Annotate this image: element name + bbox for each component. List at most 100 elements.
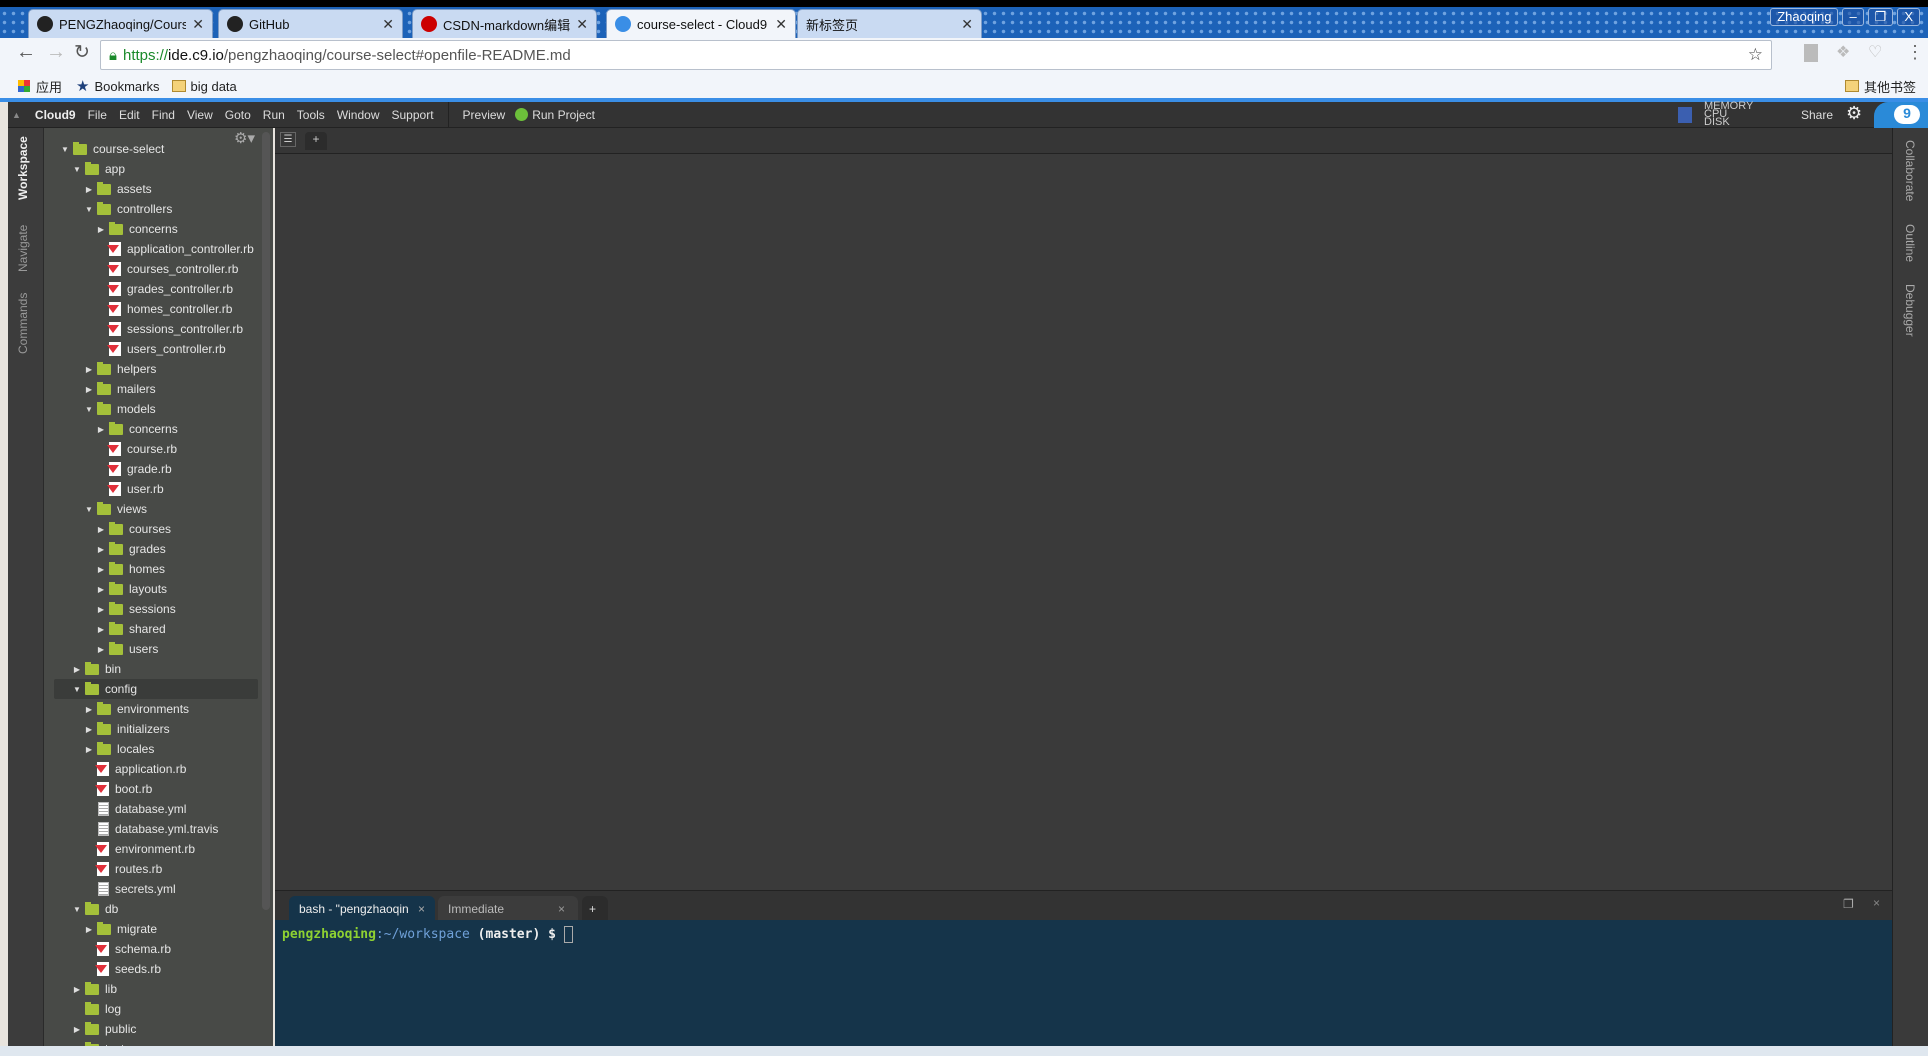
extension-icon[interactable] (1804, 44, 1818, 62)
tree-item[interactable]: ▶ public (44, 1019, 259, 1039)
tree-item[interactable]: routes.rb (44, 859, 259, 879)
tree-item[interactable]: ▶ courses (44, 519, 259, 539)
tab-workspace[interactable]: Workspace (16, 136, 30, 200)
caret-right-icon[interactable]: ▶ (96, 565, 106, 574)
tab-outline[interactable]: Outline (1903, 224, 1917, 262)
menu-window[interactable]: Window (331, 108, 386, 122)
menu-run[interactable]: Run (257, 108, 291, 122)
tree-item[interactable]: ▶ layouts (44, 579, 259, 599)
caret-right-icon[interactable]: ▶ (72, 1025, 82, 1034)
profile-button[interactable]: Zhaoqing (1770, 8, 1839, 26)
tree-item[interactable]: application.rb (44, 759, 259, 779)
collapse-icon[interactable]: ▲ (8, 110, 29, 120)
menu-edit[interactable]: Edit (113, 108, 146, 122)
back-icon[interactable]: ← (16, 41, 36, 64)
caret-right-icon[interactable]: ▶ (84, 365, 94, 374)
caret-down-icon[interactable]: ▼ (84, 505, 94, 514)
tree-item[interactable]: user.rb (44, 479, 259, 499)
reload-icon[interactable]: ↻ (74, 41, 90, 64)
tree-item[interactable]: ▼ config (54, 679, 258, 699)
tab-immediate[interactable]: Immediate × (438, 896, 578, 921)
caret-right-icon[interactable]: ▶ (96, 545, 106, 554)
browser-tab[interactable]: 新标签页 ✕ (797, 9, 982, 38)
browser-tab[interactable]: GitHub ✕ (218, 9, 403, 38)
tree-item[interactable]: ▶ initializers (44, 719, 259, 739)
bookmark-big-data[interactable]: big data (171, 79, 237, 94)
preview-button[interactable]: Preview (457, 108, 512, 122)
caret-right-icon[interactable]: ▶ (96, 525, 106, 534)
tree-item[interactable]: ▶ homes (44, 559, 259, 579)
cloud9-logo[interactable]: 9 (1874, 102, 1928, 128)
tree-item[interactable]: ▶ assets (44, 179, 259, 199)
tree-item[interactable]: ▶test (44, 1039, 259, 1046)
menu-goto[interactable]: Goto (219, 108, 257, 122)
menu-dots-icon[interactable]: ⋮ (1906, 42, 1924, 63)
caret-down-icon[interactable]: ▼ (72, 685, 82, 694)
tree-item[interactable]: grade.rb (44, 459, 259, 479)
caret-right-icon[interactable]: ▶ (84, 185, 94, 194)
close-tab-icon[interactable]: ✕ (192, 16, 204, 33)
caret-right-icon[interactable]: ▶ (96, 425, 106, 434)
caret-right-icon[interactable]: ▶ (96, 585, 106, 594)
tree-item[interactable]: ▶ helpers (44, 359, 259, 379)
tab-bash[interactable]: bash - "pengzhaoqin × (289, 896, 435, 921)
tab-collaborate[interactable]: Collaborate (1903, 140, 1917, 201)
caret-right-icon[interactable]: ▶ (84, 925, 94, 934)
close-tab-icon[interactable]: ✕ (775, 16, 787, 33)
bookmark-bookmarks[interactable]: ★ Bookmarks (76, 77, 159, 95)
maximize-icon[interactable]: ❐ (1843, 897, 1854, 911)
tree-item[interactable]: secrets.yml (44, 879, 259, 899)
tab-navigate[interactable]: Navigate (16, 225, 30, 272)
tree-item[interactable]: homes_controller.rb (44, 299, 259, 319)
terminal[interactable]: pengzhaoqing:~/workspace (master) $ (275, 920, 1892, 1046)
caret-right-icon[interactable]: ▶ (96, 625, 106, 634)
close-tab-icon[interactable]: ✕ (382, 16, 394, 33)
new-tab-button[interactable]: + (305, 132, 327, 150)
close-tab-icon[interactable]: ✕ (961, 16, 973, 33)
restore-icon[interactable]: ❐ (1867, 8, 1894, 26)
stats-meter[interactable]: MEMORY CPU DISK (1704, 101, 1753, 128)
share-button[interactable]: Share (1801, 108, 1833, 122)
browser-tab[interactable]: PENGZhaoqing/Course ✕ (28, 9, 213, 38)
tree-item[interactable]: ▶ bin (44, 659, 259, 679)
caret-down-icon[interactable]: ▼ (72, 905, 82, 914)
tree-item[interactable]: ▶ lib (44, 979, 259, 999)
tree-item[interactable]: application_controller.rb (44, 239, 259, 259)
tree-item[interactable]: database.yml (44, 799, 259, 819)
tree-item[interactable]: sessions_controller.rb (44, 319, 259, 339)
tree-item[interactable]: grades_controller.rb (44, 279, 259, 299)
close-tab-icon[interactable]: ✕ (576, 16, 588, 33)
menu-view[interactable]: View (181, 108, 219, 122)
close-panel-icon[interactable]: × (1873, 896, 1880, 910)
cloud9-menu[interactable]: Cloud9 (29, 108, 82, 122)
browser-tab[interactable]: course-select - Cloud9 ✕ (606, 9, 796, 38)
tree-item[interactable]: ▶ shared (44, 619, 259, 639)
tree-item[interactable]: ▼ views (44, 499, 259, 519)
browser-tab[interactable]: CSDN-markdown编辑器 ✕ (412, 9, 597, 38)
tree-item[interactable]: ▶ concerns (44, 219, 259, 239)
tree-item[interactable]: log (44, 999, 259, 1019)
menu-find[interactable]: Find (146, 108, 181, 122)
caret-down-icon[interactable]: ▼ (72, 165, 82, 174)
tab-list-icon[interactable]: ☰ (280, 132, 296, 147)
close-icon[interactable]: × (558, 902, 565, 916)
close-icon[interactable]: × (418, 902, 425, 916)
tree-item[interactable]: ▼ app (44, 159, 259, 179)
address-bar[interactable]: 🔒︎ https://ide.c9.io/pengzhaoqing/course… (100, 40, 1772, 70)
menu-file[interactable]: File (82, 108, 113, 122)
tab-commands[interactable]: Commands (16, 293, 30, 354)
caret-right-icon[interactable]: ▶ (72, 985, 82, 994)
bookmark-apps[interactable]: 应用 (18, 77, 62, 96)
tree-item[interactable]: ▶ environments (44, 699, 259, 719)
close-window-icon[interactable]: X (1897, 8, 1920, 26)
dropbox-icon[interactable]: ❖ (1836, 42, 1850, 62)
tree-item[interactable]: environment.rb (44, 839, 259, 859)
caret-right-icon[interactable]: ▶ (84, 705, 94, 714)
gear-icon[interactable]: ⚙ (1846, 103, 1862, 124)
caret-right-icon[interactable]: ▶ (84, 385, 94, 394)
caret-right-icon[interactable]: ▶ (96, 225, 106, 234)
tree-item[interactable]: users_controller.rb (44, 339, 259, 359)
caret-right-icon[interactable]: ▶ (84, 745, 94, 754)
caret-right-icon[interactable]: ▶ (96, 645, 106, 654)
caret-right-icon[interactable]: ▶ (72, 665, 82, 674)
